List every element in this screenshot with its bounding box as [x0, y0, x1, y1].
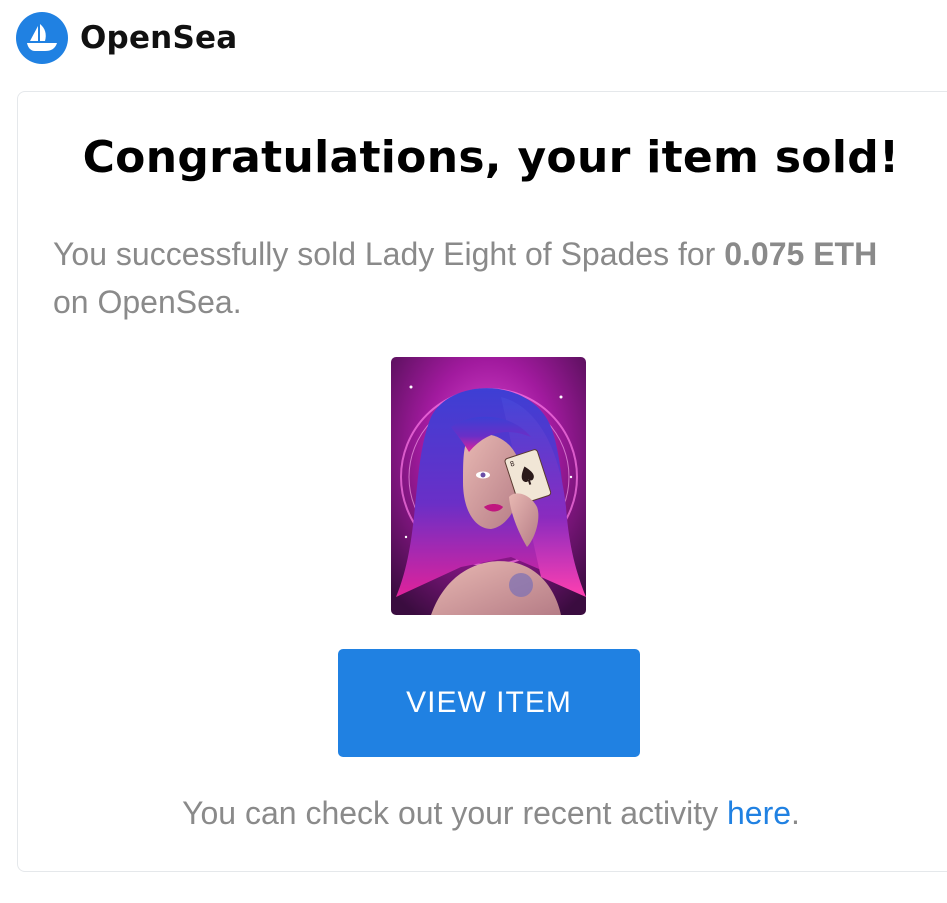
email-page: OpenSea Congratulations, your item sold!… [0, 0, 947, 903]
page-title: Congratulations, your item sold! [82, 132, 900, 183]
nft-item-image[interactable]: 8 [391, 357, 586, 615]
brand-name: OpenSea [80, 20, 238, 56]
recent-activity-line: You can check out your recent activity h… [18, 795, 947, 832]
brand-header: OpenSea [16, 12, 237, 64]
sale-message: You successfully sold Lady Eight of Spad… [53, 230, 913, 326]
sale-notification-card: Congratulations, your item sold! You suc… [17, 91, 947, 872]
footer-suffix: . [791, 795, 800, 831]
opensea-ship-icon[interactable] [16, 12, 68, 64]
sale-price: 0.075 ETH [724, 236, 878, 272]
recent-activity-link[interactable]: here [727, 795, 791, 831]
view-item-button[interactable]: VIEW ITEM [338, 649, 640, 757]
message-prefix: You successfully sold Lady Eight of Spad… [53, 236, 725, 272]
message-suffix: on OpenSea. [53, 284, 242, 320]
nft-artwork-icon: 8 [391, 357, 586, 615]
footer-prefix: You can check out your recent activity [182, 795, 727, 831]
